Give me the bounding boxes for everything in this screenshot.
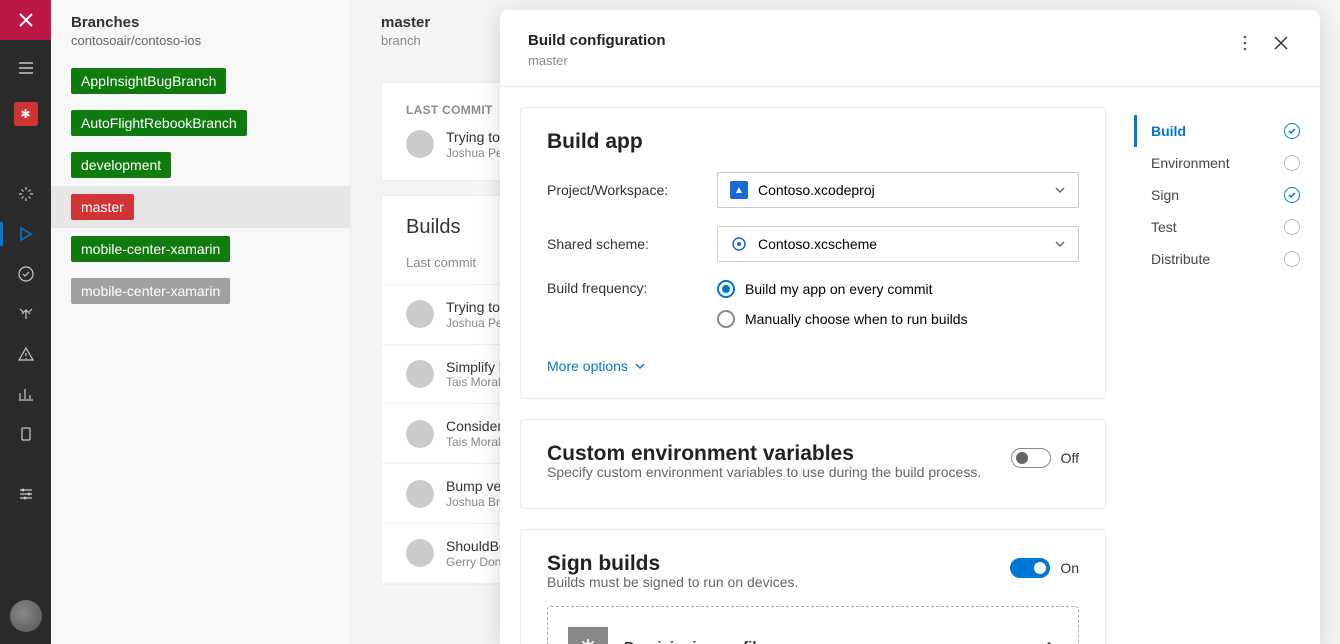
env-vars-section: Custom environment variables Off Specify…: [520, 419, 1106, 509]
branch-chip: AppInsightBugBranch: [71, 68, 226, 94]
provisioning-upload[interactable]: Provisioning profile:: [547, 606, 1079, 644]
repo-path: contosoair/contoso-ios: [71, 33, 330, 48]
build-config-panel: Build configuration master Build app Pro…: [500, 10, 1320, 644]
branch-item[interactable]: master: [51, 186, 350, 228]
scheme-label: Shared scheme:: [547, 236, 717, 252]
detail-panel: master branch LAST COMMIT Trying to c Jo…: [351, 0, 1340, 644]
env-toggle-label: Off: [1061, 450, 1079, 466]
branch-item[interactable]: mobile-center-xamarin: [51, 228, 350, 270]
commit-avatar: [406, 480, 434, 508]
project-select[interactable]: ▲ Contoso.xcodeproj: [717, 172, 1079, 208]
settings-icon[interactable]: [0, 474, 51, 514]
nav-status-icon: [1284, 123, 1300, 139]
upload-icon: [1040, 638, 1058, 644]
distribute-icon[interactable]: [0, 294, 51, 334]
freq-opt1-label: Build my app on every commit: [745, 281, 933, 297]
build-commit-title: Simplify h: [446, 359, 507, 376]
left-rail: ✱: [0, 0, 51, 644]
nav-item-sign[interactable]: Sign: [1134, 179, 1300, 211]
scheme-value: Contoso.xcscheme: [758, 236, 1044, 252]
device-icon[interactable]: [0, 414, 51, 454]
build-commit-author: Tais Morale: [446, 375, 507, 389]
freq-manual[interactable]: Manually choose when to run builds: [717, 310, 1079, 328]
analytics-icon[interactable]: [0, 374, 51, 414]
commit-avatar: [406, 420, 434, 448]
env-title: Custom environment variables: [547, 442, 854, 466]
more-icon[interactable]: [1234, 32, 1256, 54]
sparkle-icon[interactable]: [0, 174, 51, 214]
modal-subtitle: master: [528, 53, 1220, 68]
branch-chip: development: [71, 152, 171, 178]
scheme-select[interactable]: Contoso.xcscheme: [717, 226, 1079, 262]
nav-item-label: Sign: [1151, 187, 1179, 203]
user-avatar[interactable]: [10, 600, 42, 632]
branch-item[interactable]: development: [51, 144, 350, 186]
nav-item-distribute[interactable]: Distribute: [1134, 243, 1300, 275]
branches-panel: Branches contosoair/contoso-ios AppInsig…: [51, 0, 351, 644]
nav-item-label: Environment: [1151, 155, 1230, 171]
env-desc: Specify custom environment variables to …: [547, 464, 1079, 480]
nav-item-label: Distribute: [1151, 251, 1210, 267]
radio-icon: [717, 280, 735, 298]
commit-avatar: [406, 300, 434, 328]
env-toggle[interactable]: [1011, 448, 1051, 468]
branch-chip: mobile-center-xamarin: [71, 236, 230, 262]
build-app-section: Build app Project/Workspace: ▲ Contoso.x…: [520, 107, 1106, 399]
branches-list: AppInsightBugBranch AutoFlightRebookBranc…: [51, 60, 350, 312]
commit-avatar: [406, 130, 434, 158]
nav-item-build[interactable]: Build: [1134, 115, 1300, 147]
freq-every-commit[interactable]: Build my app on every commit: [717, 280, 1079, 298]
sign-builds-section: Sign builds On Builds must be signed to …: [520, 529, 1106, 644]
nav-status-icon: [1284, 155, 1300, 171]
project-label: Project/Workspace:: [547, 182, 717, 198]
sign-toggle-label: On: [1060, 560, 1079, 576]
nav-item-label: Test: [1151, 219, 1177, 235]
freq-opt2-label: Manually choose when to run builds: [745, 311, 968, 327]
branch-chip: mobile-center-xamarin: [71, 278, 230, 304]
chevron-down-icon: [1054, 184, 1066, 196]
branch-chip: AutoFlightRebookBranch: [71, 110, 247, 136]
gear-icon: [568, 627, 608, 644]
sign-toggle[interactable]: [1010, 558, 1050, 578]
app-icon[interactable]: ✱: [0, 94, 51, 134]
provisioning-label: Provisioning profile:: [624, 639, 770, 644]
commit-avatar: [406, 360, 434, 388]
project-value: Contoso.xcodeproj: [758, 182, 1044, 198]
check-icon[interactable]: [0, 254, 51, 294]
branch-chip: master: [71, 194, 134, 220]
more-options-text: More options: [547, 358, 628, 374]
modal-side-nav: Build Environment Sign Test Distribute: [1120, 107, 1320, 644]
more-options-link[interactable]: More options: [547, 358, 646, 374]
scheme-icon: [730, 235, 748, 253]
branch-item[interactable]: AppInsightBugBranch: [51, 60, 350, 102]
branches-title: Branches: [71, 14, 330, 31]
menu-icon[interactable]: [0, 48, 51, 88]
radio-icon: [717, 310, 735, 328]
build-app-title: Build app: [547, 130, 1079, 154]
modal-title: Build configuration: [528, 32, 1220, 49]
nav-status-icon: [1284, 187, 1300, 203]
sign-title: Sign builds: [547, 552, 660, 576]
sign-desc: Builds must be signed to run on devices.: [547, 574, 1079, 590]
close-icon[interactable]: [1270, 32, 1292, 54]
nav-item-test[interactable]: Test: [1134, 211, 1300, 243]
commit-avatar: [406, 539, 434, 567]
xcode-icon: ▲: [730, 181, 748, 199]
chevron-down-icon: [634, 360, 646, 372]
warning-icon[interactable]: [0, 334, 51, 374]
nav-status-icon: [1284, 251, 1300, 267]
nav-item-environment[interactable]: Environment: [1134, 147, 1300, 179]
nav-item-label: Build: [1151, 123, 1186, 139]
nav-status-icon: [1284, 219, 1300, 235]
branch-item[interactable]: AutoFlightRebookBranch: [51, 102, 350, 144]
frequency-label: Build frequency:: [547, 280, 717, 296]
build-icon[interactable]: [0, 214, 51, 254]
app-logo[interactable]: [0, 0, 51, 40]
branch-item[interactable]: mobile-center-xamarin: [51, 270, 350, 312]
chevron-down-icon: [1054, 238, 1066, 250]
